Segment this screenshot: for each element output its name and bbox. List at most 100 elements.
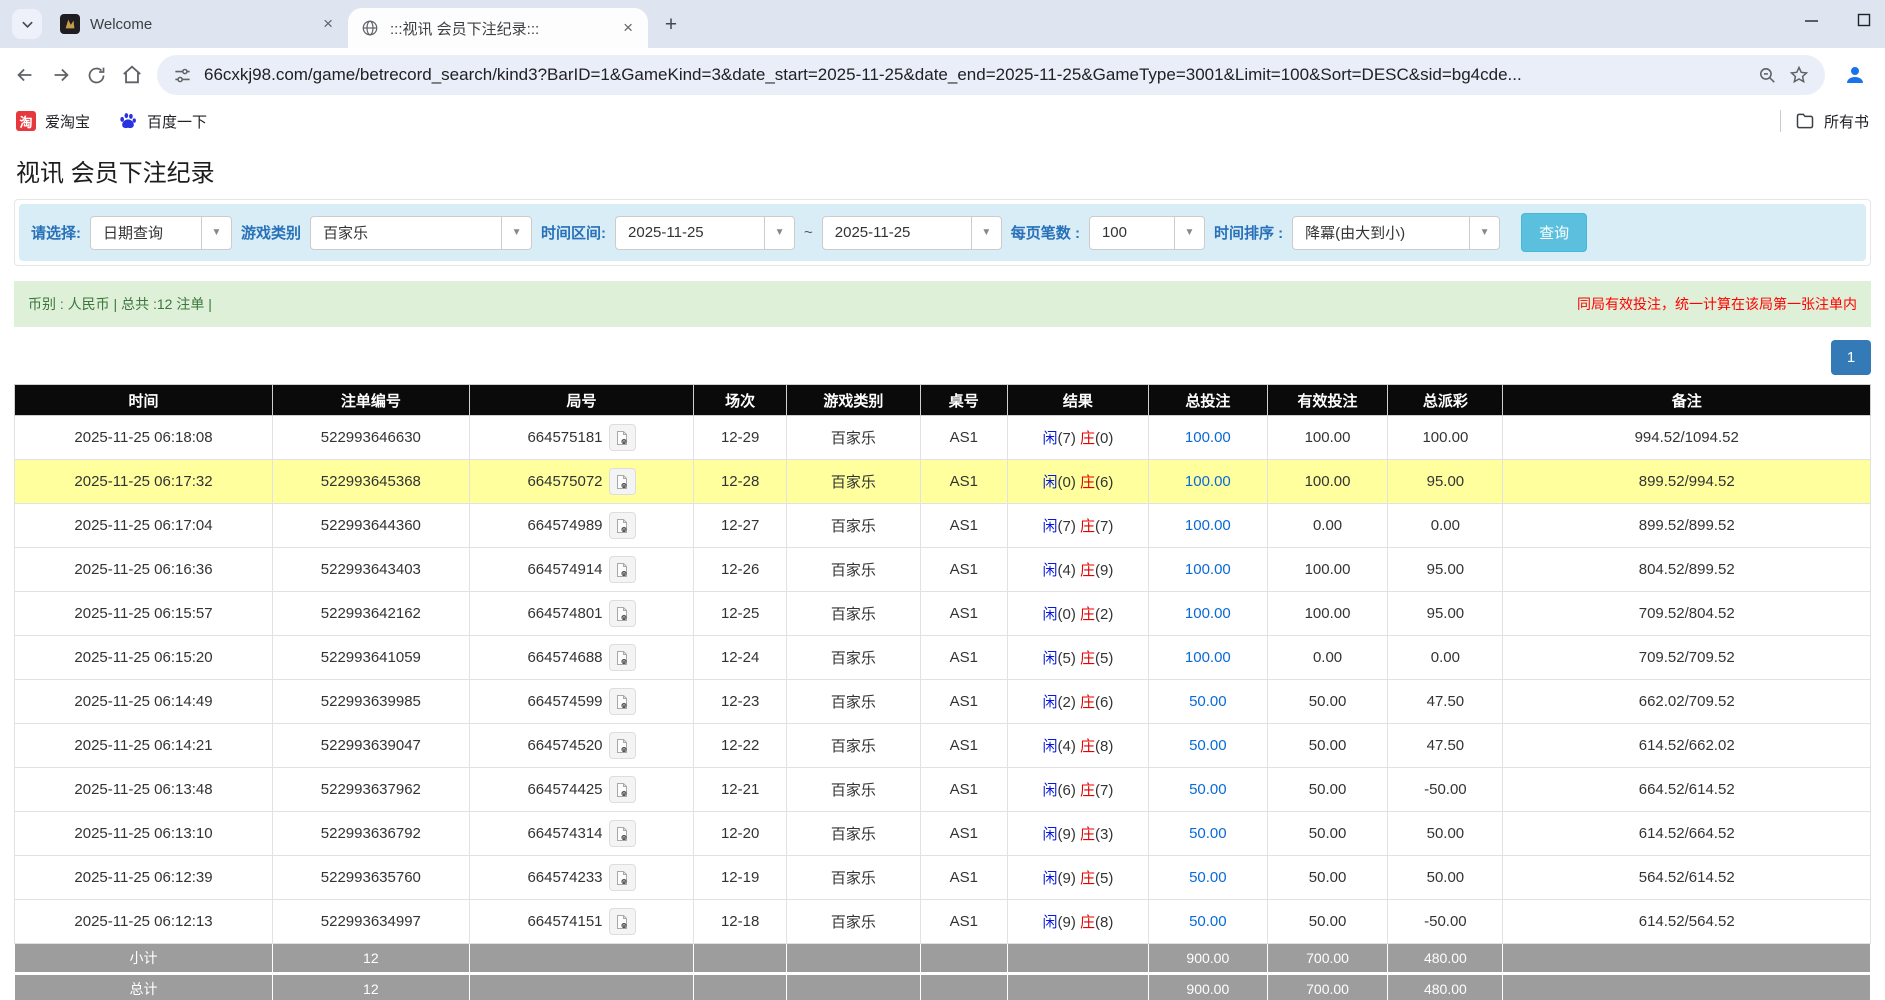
total-bet-link[interactable]: 50.00 [1189, 825, 1227, 842]
search-button[interactable]: 查询 [1521, 213, 1587, 252]
subtotal-label: 小计 [15, 944, 273, 974]
bet-slip-button[interactable] [609, 688, 636, 715]
total-payout: 480.00 [1388, 974, 1503, 1000]
total-bet-link[interactable]: 50.00 [1189, 781, 1227, 798]
address-bar[interactable]: 66cxkj98.com/game/betrecord_search/kind3… [157, 55, 1825, 95]
valid-bet-notice: 同局有效投注，统一计算在该局第一张注单内 [1577, 294, 1857, 314]
total-bet-link[interactable]: 100.00 [1185, 561, 1231, 578]
cell-session: 12-27 [694, 504, 787, 548]
date-start-select[interactable]: 2025-11-25 ▼ [615, 216, 795, 250]
sort-order-select[interactable]: 降冪(由大到小) ▼ [1292, 216, 1500, 250]
result-banker-score: (9) [1095, 562, 1113, 579]
cell-result: 闲(4) 庄(8) [1007, 724, 1148, 768]
bookmark-aitaobao[interactable]: 淘 爱淘宝 [16, 111, 90, 132]
header-round: 局号 [469, 385, 694, 416]
total-bet-link[interactable]: 50.00 [1189, 869, 1227, 886]
cell-game-kind: 百家乐 [787, 680, 921, 724]
bet-slip-button[interactable] [609, 556, 636, 583]
result-banker-label: 庄 [1080, 430, 1095, 447]
cell-payout: 50.00 [1388, 812, 1503, 856]
maximize-button[interactable] [1857, 13, 1871, 27]
new-tab-button[interactable]: + [654, 8, 688, 42]
header-total-bet: 总投注 [1148, 385, 1267, 416]
cell-time: 2025-11-25 06:14:49 [15, 680, 273, 724]
zoom-icon[interactable] [1758, 66, 1777, 85]
round-number: 664574599 [527, 693, 602, 710]
bet-slip-icon [614, 782, 630, 798]
bet-slip-button[interactable] [609, 908, 636, 935]
tab-welcome[interactable]: Welcome × [48, 4, 348, 44]
tab-search-button[interactable] [12, 9, 42, 39]
page-1-button[interactable]: 1 [1831, 340, 1871, 375]
cell-round: 664574801 [469, 592, 694, 636]
query-type-select[interactable]: 日期查询 ▼ [90, 216, 232, 250]
total-bet-link[interactable]: 100.00 [1185, 649, 1231, 666]
globe-icon [360, 18, 380, 38]
cell-payout: 0.00 [1388, 636, 1503, 680]
bet-slip-icon [614, 870, 630, 886]
result-banker-score: (6) [1095, 474, 1113, 491]
header-result: 结果 [1007, 385, 1148, 416]
profile-avatar-icon[interactable] [1843, 63, 1867, 87]
round-number: 664574688 [527, 649, 602, 666]
cell-round: 664574520 [469, 724, 694, 768]
cell-time: 2025-11-25 06:13:48 [15, 768, 273, 812]
total-bet-link[interactable]: 100.00 [1185, 605, 1231, 622]
total-bet-link[interactable]: 50.00 [1189, 913, 1227, 930]
bet-slip-button[interactable] [609, 512, 636, 539]
tab-close-icon[interactable]: × [320, 14, 336, 34]
header-valid-bet: 有效投注 [1267, 385, 1388, 416]
home-button[interactable] [121, 64, 143, 86]
cell-total-bet: 100.00 [1148, 548, 1267, 592]
minimize-button[interactable] [1804, 13, 1819, 28]
bet-slip-button[interactable] [609, 424, 636, 451]
bet-slip-button[interactable] [609, 600, 636, 627]
per-page-select[interactable]: 100 ▼ [1089, 216, 1205, 250]
bet-slip-button[interactable] [609, 864, 636, 891]
bet-slip-button[interactable] [609, 468, 636, 495]
result-banker-score: (2) [1095, 606, 1113, 623]
url-text[interactable]: 66cxkj98.com/game/betrecord_search/kind3… [204, 65, 1746, 85]
bet-records-table: 时间 注单编号 局号 场次 游戏类别 桌号 结果 总投注 有效投注 总派彩 备注… [14, 384, 1871, 1000]
cell-session: 12-29 [694, 416, 787, 460]
bet-slip-button[interactable] [609, 644, 636, 671]
cell-round: 664575181 [469, 416, 694, 460]
result-player-score: (4) [1058, 562, 1076, 579]
bookmark-baidu[interactable]: 百度一下 [118, 111, 207, 132]
tab-bet-records[interactable]: :::视讯 会员下注纪录::: × [348, 8, 648, 48]
table-row: 2025-11-25 06:13:48 522993637962 6645744… [15, 768, 1871, 812]
cell-result: 闲(9) 庄(8) [1007, 900, 1148, 944]
bet-slip-button[interactable] [609, 732, 636, 759]
table-row: 2025-11-25 06:17:32 522993645368 6645750… [15, 460, 1871, 504]
cell-valid-bet: 50.00 [1267, 900, 1388, 944]
cell-round: 664574425 [469, 768, 694, 812]
cell-note: 662.02/709.52 [1503, 680, 1871, 724]
bet-slip-button[interactable] [609, 820, 636, 847]
filter-panel: 请选择: 日期查询 ▼ 游戏类别 百家乐 ▼ 时间区间: 2025-11-25 … [14, 199, 1871, 266]
cell-table: AS1 [920, 460, 1007, 504]
total-bet-link[interactable]: 100.00 [1185, 473, 1231, 490]
total-bet-link[interactable]: 50.00 [1189, 693, 1227, 710]
all-bookmarks-button[interactable]: 所有书 [1795, 111, 1869, 132]
page-content: 视讯 会员下注纪录 请选择: 日期查询 ▼ 游戏类别 百家乐 ▼ 时间区间: 2… [0, 140, 1885, 1000]
result-player-score: (4) [1058, 738, 1076, 755]
date-end-select[interactable]: 2025-11-25 ▼ [822, 216, 1002, 250]
currency-summary: 币别 : 人民币 | 总共 :12 注单 | [28, 294, 212, 314]
total-bet-link[interactable]: 100.00 [1185, 517, 1231, 534]
cell-result: 闲(4) 庄(9) [1007, 548, 1148, 592]
tab-close-icon[interactable]: × [620, 18, 636, 38]
bet-slip-button[interactable] [609, 776, 636, 803]
chevron-down-icon: ▼ [201, 217, 231, 249]
forward-button[interactable] [50, 64, 72, 86]
result-banker-label: 庄 [1080, 474, 1095, 491]
reload-button[interactable] [86, 65, 107, 86]
cell-valid-bet: 50.00 [1267, 812, 1388, 856]
game-kind-select[interactable]: 百家乐 ▼ [310, 216, 532, 250]
bookmark-star-icon[interactable] [1789, 65, 1809, 85]
total-bet-link[interactable]: 50.00 [1189, 737, 1227, 754]
cell-payout: 0.00 [1388, 504, 1503, 548]
total-bet-link[interactable]: 100.00 [1185, 429, 1231, 446]
site-settings-icon[interactable] [173, 66, 192, 85]
back-button[interactable] [14, 64, 36, 86]
bookmarks-bar: 淘 爱淘宝 百度一下 所有书 [0, 102, 1885, 140]
